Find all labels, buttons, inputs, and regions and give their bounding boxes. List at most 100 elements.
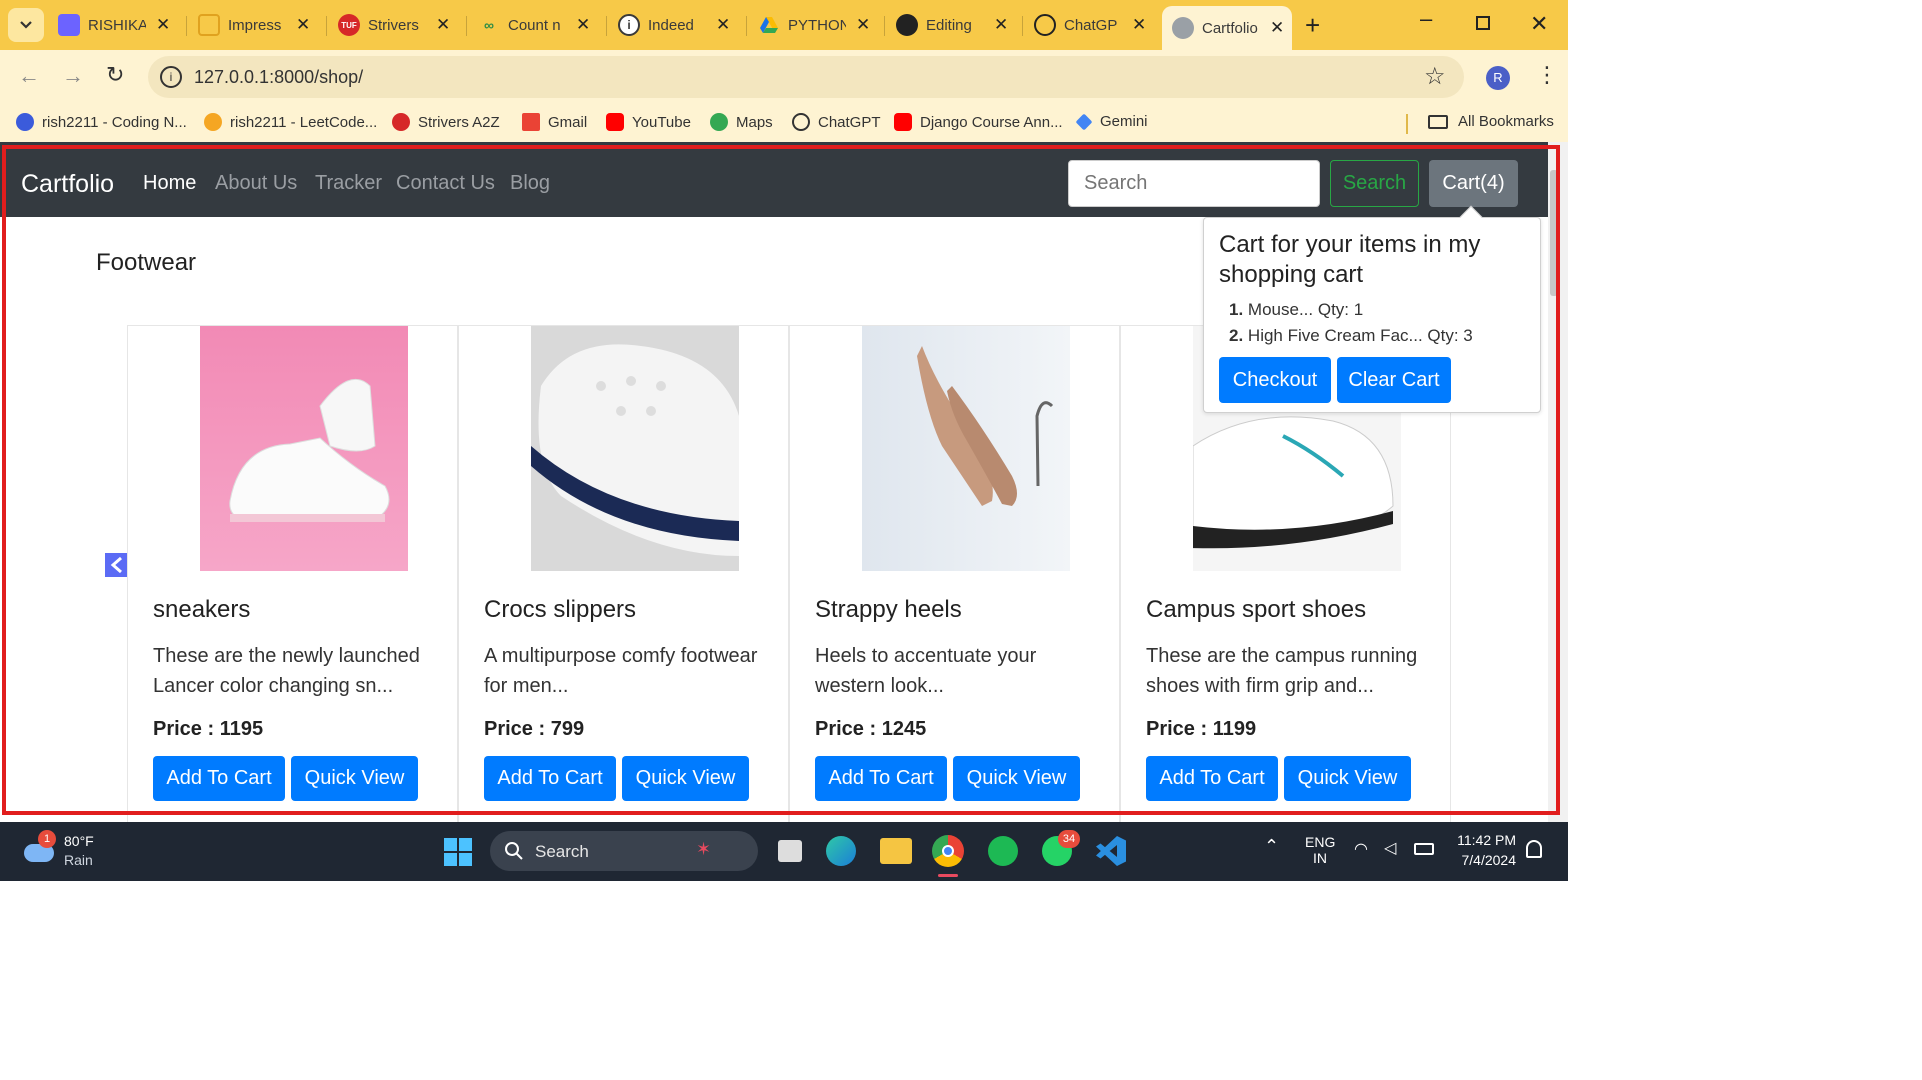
- language-indicator[interactable]: ENG IN: [1305, 834, 1335, 866]
- bookmark-item[interactable]: rish2211 - LeetCode...: [204, 113, 377, 131]
- quick-view-button[interactable]: Quick View: [291, 756, 418, 801]
- site-info-icon[interactable]: i: [160, 66, 182, 88]
- volume-icon[interactable]: ◁: [1384, 838, 1396, 858]
- tab-7[interactable]: ChatGP ✕: [1034, 8, 1146, 42]
- close-tab-icon[interactable]: ✕: [1132, 15, 1146, 35]
- product-price: Price : 799: [484, 718, 585, 740]
- notification-bell-icon[interactable]: [1526, 840, 1542, 858]
- all-bookmarks-button[interactable]: All Bookmarks: [1428, 113, 1554, 130]
- close-tab-icon[interactable]: ✕: [716, 15, 730, 35]
- whatsapp-badge: 34: [1058, 830, 1080, 848]
- bookmark-star-icon[interactable]: ☆: [1424, 62, 1446, 91]
- add-to-cart-button[interactable]: Add To Cart: [153, 756, 285, 801]
- task-view-icon[interactable]: [778, 840, 802, 862]
- active-app-indicator: [938, 874, 958, 877]
- bookmark-item[interactable]: YouTube: [606, 113, 691, 131]
- spotify-icon[interactable]: [988, 836, 1018, 866]
- add-to-cart-button[interactable]: Add To Cart: [484, 756, 616, 801]
- quick-view-button[interactable]: Quick View: [953, 756, 1080, 801]
- reload-icon[interactable]: ↻: [106, 62, 124, 88]
- product-image: [862, 326, 1070, 571]
- forward-arrow-icon[interactable]: →: [62, 63, 84, 89]
- tab-4[interactable]: i Indeed ✕: [618, 8, 730, 42]
- close-tab-icon[interactable]: ✕: [156, 15, 170, 35]
- wifi-icon[interactable]: ◠: [1354, 839, 1368, 859]
- new-tab-button[interactable]: +: [1305, 10, 1320, 41]
- bookmark-item[interactable]: Django Course Ann...: [894, 113, 1063, 131]
- product-image: [531, 326, 739, 571]
- quick-view-button[interactable]: Quick View: [1284, 756, 1411, 801]
- close-tab-icon[interactable]: ✕: [1270, 18, 1284, 38]
- clock[interactable]: 11:42 PM 7/4/2024: [1450, 832, 1516, 868]
- category-heading: Footwear: [96, 249, 197, 276]
- tab-3[interactable]: ∞ Count n ✕: [478, 8, 590, 42]
- product-price: Price : 1199: [1146, 718, 1257, 740]
- product-price: Price : 1245: [815, 718, 927, 740]
- site-navbar: Cartfolio Home About Us Tracker Contact …: [0, 142, 1568, 217]
- windows-start-icon[interactable]: [444, 838, 472, 866]
- chrome-icon[interactable]: [932, 835, 964, 867]
- tab-1[interactable]: Impress ✕: [198, 8, 310, 42]
- battery-icon[interactable]: [1414, 843, 1434, 855]
- brand-logo[interactable]: Cartfolio: [21, 170, 114, 199]
- nav-blog[interactable]: Blog: [510, 172, 550, 195]
- search-button[interactable]: Search: [1330, 160, 1419, 207]
- bookmark-item[interactable]: Gemini: [1075, 113, 1148, 130]
- bookmark-item[interactable]: rish2211 - Coding N...: [16, 113, 187, 131]
- bookmark-item[interactable]: Maps: [710, 113, 773, 131]
- add-to-cart-button[interactable]: Add To Cart: [1146, 756, 1278, 801]
- edge-icon[interactable]: [826, 836, 856, 866]
- close-tab-icon[interactable]: ✕: [856, 15, 870, 35]
- chevron-down-icon: [20, 21, 32, 29]
- close-tab-icon[interactable]: ✕: [576, 15, 590, 35]
- tab-2[interactable]: TUF Strivers ✕: [338, 8, 450, 42]
- nav-about-us[interactable]: About Us: [215, 172, 297, 195]
- maps-icon: [710, 113, 728, 131]
- close-tab-icon[interactable]: ✕: [436, 15, 450, 35]
- taskbar-search[interactable]: Search ✶: [490, 831, 758, 871]
- clear-cart-button[interactable]: Clear Cart: [1337, 357, 1451, 403]
- bookmark-item[interactable]: ChatGPT: [792, 113, 881, 131]
- tab-6[interactable]: Editing ✕: [896, 8, 1008, 42]
- bookmark-item[interactable]: Gmail: [522, 113, 587, 131]
- close-window-button[interactable]: ✕: [1530, 11, 1548, 37]
- weather-widget[interactable]: 1 80°F Rain: [22, 830, 122, 874]
- add-to-cart-button[interactable]: Add To Cart: [815, 756, 947, 801]
- nav-home[interactable]: Home: [143, 172, 196, 195]
- quick-view-button[interactable]: Quick View: [622, 756, 749, 801]
- bookmarks-divider: [1406, 114, 1408, 134]
- nav-tracker[interactable]: Tracker: [315, 172, 382, 195]
- close-tab-icon[interactable]: ✕: [296, 15, 310, 35]
- bookmark-item[interactable]: Strivers A2Z: [392, 113, 500, 131]
- tab-0[interactable]: RISHIKA ✕: [58, 8, 170, 42]
- tray-overflow-icon[interactable]: ⌃: [1264, 836, 1279, 857]
- browser-menu-icon[interactable]: ⋮: [1536, 64, 1558, 86]
- close-tab-icon[interactable]: ✕: [994, 15, 1008, 35]
- gfg-icon: ∞: [484, 17, 494, 33]
- back-arrow-icon[interactable]: ←: [18, 63, 40, 89]
- url-bar[interactable]: i 127.0.0.1:8000/shop/ ☆: [148, 56, 1464, 98]
- tab-active[interactable]: Cartfolio ✕: [1162, 6, 1292, 50]
- restore-button[interactable]: [1476, 16, 1490, 30]
- minimize-button[interactable]: –: [1420, 6, 1432, 32]
- scrollbar-thumb[interactable]: [1550, 170, 1558, 296]
- carousel-prev-button[interactable]: [105, 553, 129, 577]
- file-explorer-icon[interactable]: [880, 838, 912, 864]
- tab-5[interactable]: PYTHON ✕: [758, 8, 870, 42]
- codingninjas-icon: [16, 113, 34, 131]
- vscode-icon[interactable]: [1096, 836, 1126, 866]
- checkout-button[interactable]: Checkout: [1219, 357, 1331, 403]
- product-image: [200, 326, 408, 571]
- scrollbar-track[interactable]: [1548, 142, 1568, 822]
- pencil-icon: [198, 14, 220, 36]
- search-input[interactable]: [1068, 160, 1320, 207]
- github-icon: [896, 14, 918, 36]
- cart-button[interactable]: Cart(4): [1429, 160, 1518, 207]
- weather-condition: Rain: [64, 852, 93, 868]
- chevron-left-icon: [110, 557, 122, 573]
- nav-contact-us[interactable]: Contact Us: [396, 172, 495, 195]
- tab-search-button[interactable]: [8, 8, 44, 42]
- profile-avatar[interactable]: R: [1486, 66, 1510, 90]
- gmail-icon: [522, 113, 540, 131]
- product-card: Crocs slippers A multipurpose comfy foot…: [458, 325, 789, 822]
